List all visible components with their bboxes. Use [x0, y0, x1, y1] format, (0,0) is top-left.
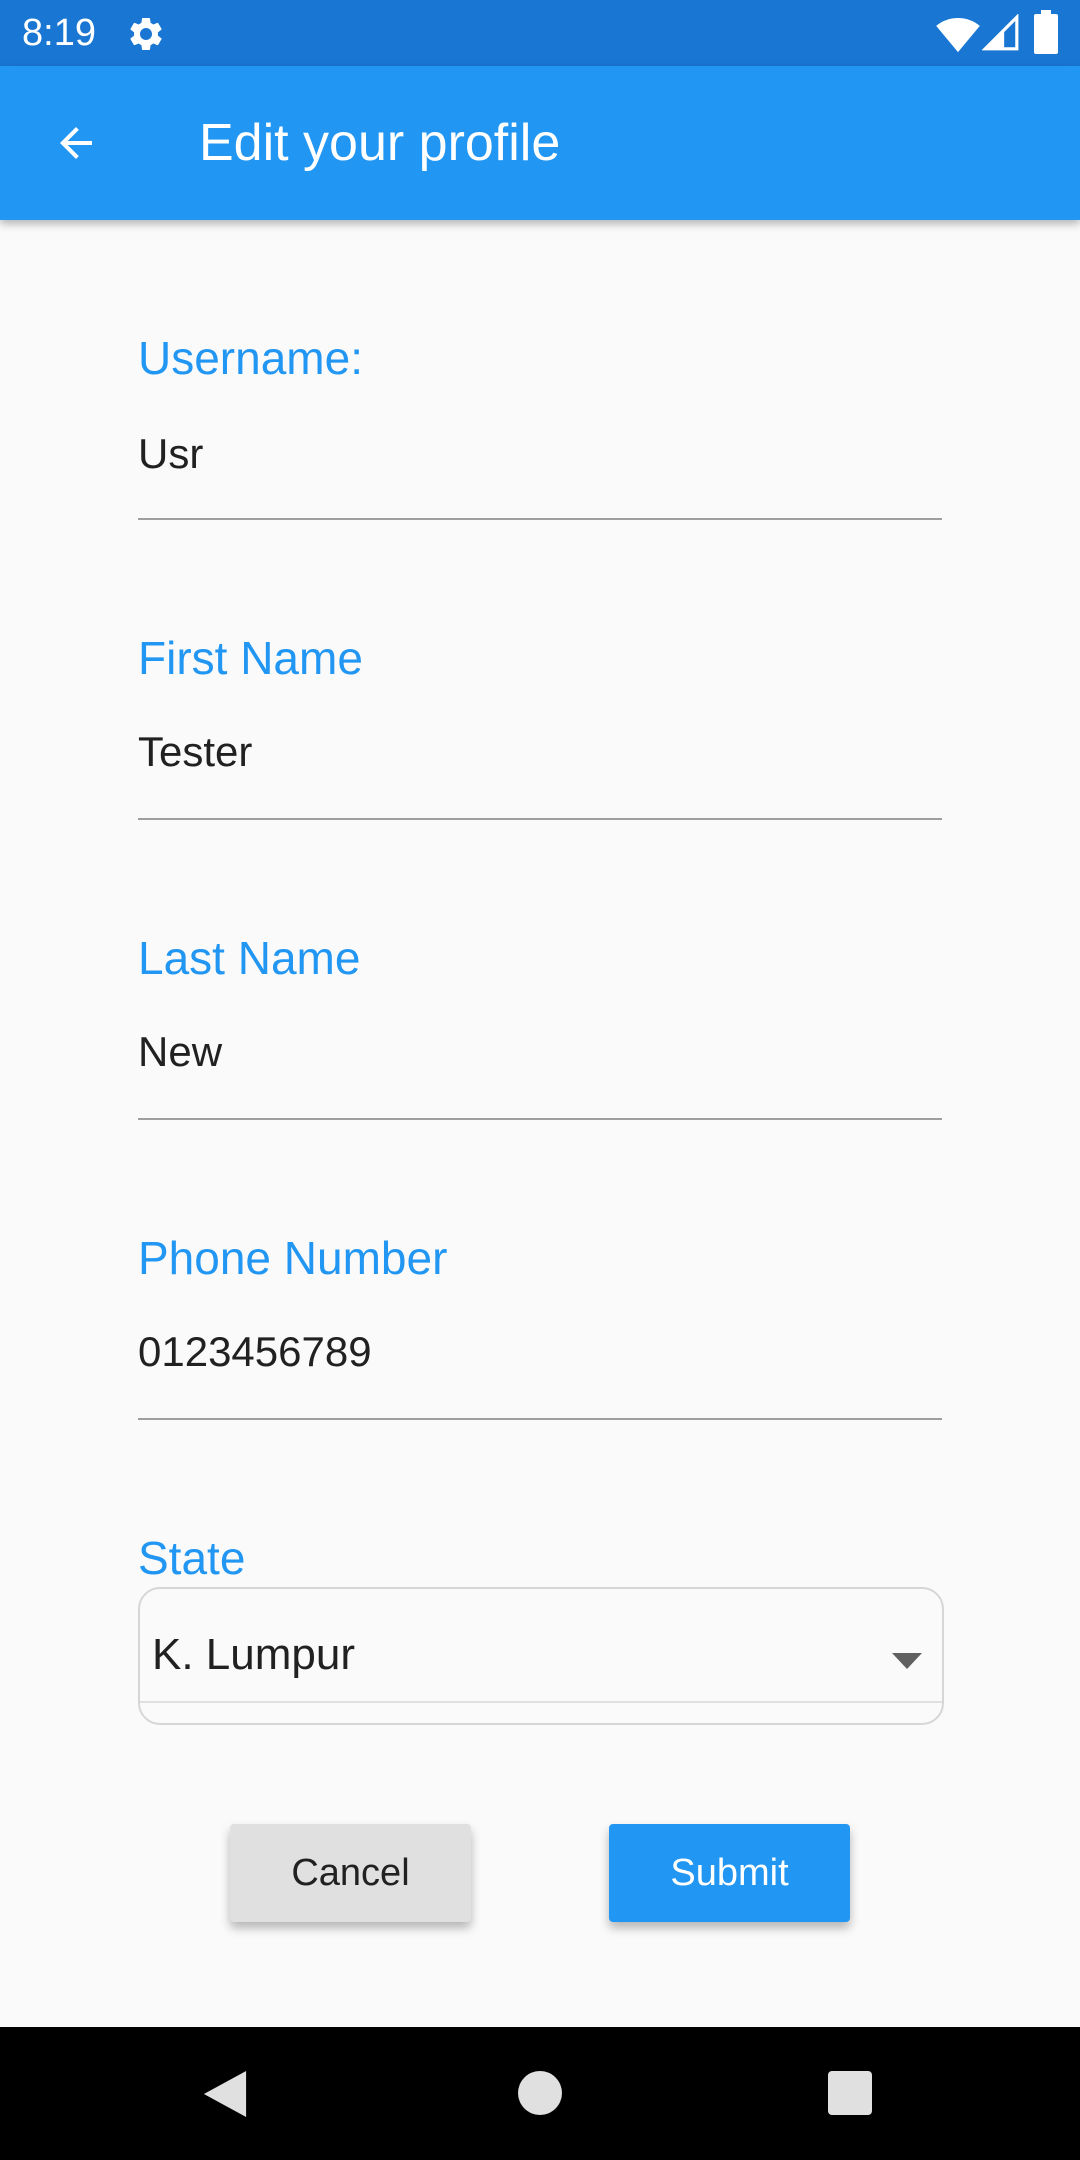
username-input[interactable]: Usr — [138, 428, 942, 480]
wifi-icon — [936, 18, 980, 53]
nav-recents-icon[interactable] — [828, 2071, 872, 2115]
app-bar: Edit your profile — [0, 66, 1080, 220]
first-name-label: First Name — [138, 632, 363, 684]
cancel-button[interactable]: Cancel — [230, 1824, 471, 1922]
state-dropdown[interactable]: K. Lumpur — [138, 1587, 944, 1725]
page-title: Edit your profile — [199, 114, 561, 172]
phone-number-input[interactable]: 0123456789 — [138, 1326, 942, 1378]
last-name-underline — [138, 1118, 942, 1120]
state-selected-value: K. Lumpur — [152, 1630, 355, 1679]
phone-number-underline — [138, 1418, 942, 1420]
nav-home-icon[interactable] — [518, 2071, 562, 2115]
first-name-input[interactable]: Tester — [138, 726, 942, 778]
dropdown-arrow-icon — [892, 1653, 922, 1669]
last-name-label: Last Name — [138, 932, 361, 984]
submit-button[interactable]: Submit — [609, 1824, 850, 1922]
signal-icon — [982, 14, 1019, 51]
first-name-underline — [138, 818, 942, 820]
navigation-bar — [0, 2027, 1080, 2160]
username-underline — [138, 518, 942, 520]
state-label: State — [138, 1532, 246, 1584]
last-name-input[interactable]: New — [138, 1026, 942, 1078]
state-dropdown-underline — [140, 1701, 942, 1703]
username-label: Username: — [138, 332, 363, 384]
nav-back-icon[interactable] — [203, 2071, 247, 2117]
status-bar: 8:19 — [0, 0, 1080, 66]
status-time: 8:19 — [22, 12, 96, 54]
phone-number-label: Phone Number — [138, 1232, 448, 1284]
gear-icon — [130, 17, 162, 50]
arrow-back-icon — [60, 127, 92, 159]
battery-icon — [1034, 10, 1058, 54]
back-button[interactable] — [38, 105, 114, 181]
